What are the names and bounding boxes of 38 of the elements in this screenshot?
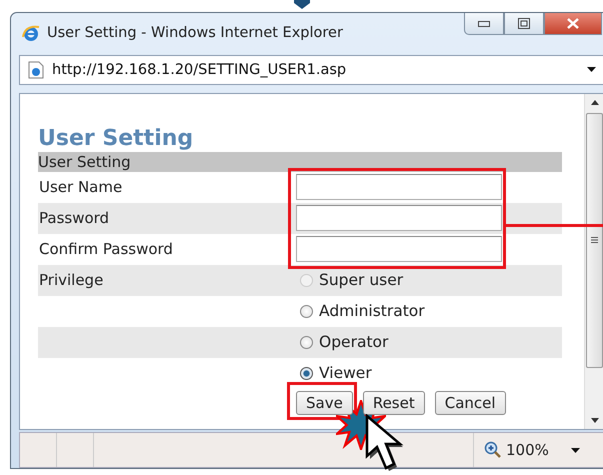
radio-button[interactable]	[300, 366, 313, 380]
form-button[interactable]: Save	[296, 390, 353, 415]
address-bar[interactable]: http://192.168.1.20/SETTING_USER1.asp	[19, 54, 603, 85]
form-button[interactable]: Cancel	[434, 390, 506, 415]
field-label: Confirm Password	[38, 240, 174, 258]
scroll-thumb[interactable]	[586, 112, 603, 368]
minimize-button[interactable]	[464, 13, 504, 35]
field-label: User Name	[38, 178, 124, 196]
close-icon	[567, 18, 579, 29]
grip-icon	[591, 237, 598, 244]
url-text: http://192.168.1.20/SETTING_USER1.asp	[52, 62, 348, 78]
section-header: User Setting	[38, 152, 562, 172]
minimize-icon	[478, 20, 490, 26]
zoom-icon	[484, 441, 502, 460]
dropdown-caret-icon	[587, 67, 596, 72]
radio-option[interactable]: Viewer	[296, 364, 562, 382]
scroll-down-icon	[590, 418, 598, 424]
page-heading: User Setting	[38, 126, 194, 152]
close-button[interactable]	[544, 13, 602, 35]
form-button[interactable]: Reset	[362, 390, 425, 415]
field-label: Password	[38, 209, 110, 228]
radio-button[interactable]	[300, 336, 313, 349]
input-field[interactable]	[296, 205, 502, 232]
input-field[interactable]	[296, 174, 502, 200]
page-icon	[28, 60, 44, 79]
dropdown-caret-icon[interactable]	[570, 448, 580, 453]
maximize-icon	[518, 18, 530, 29]
radio-option[interactable]: Administrator	[296, 302, 562, 320]
zoom-level[interactable]: 100%	[506, 441, 549, 460]
scroll-up-icon	[590, 100, 598, 105]
browser-logo-icon	[21, 22, 41, 43]
field-label: Privilege	[38, 271, 104, 290]
scrollbar[interactable]	[584, 94, 603, 430]
radio-button[interactable]	[300, 304, 313, 318]
maximize-button[interactable]	[504, 13, 544, 35]
input-field[interactable]	[296, 236, 502, 262]
arrow-icon	[294, 0, 310, 9]
window-title: User Setting - Windows Internet Explorer	[47, 24, 343, 41]
